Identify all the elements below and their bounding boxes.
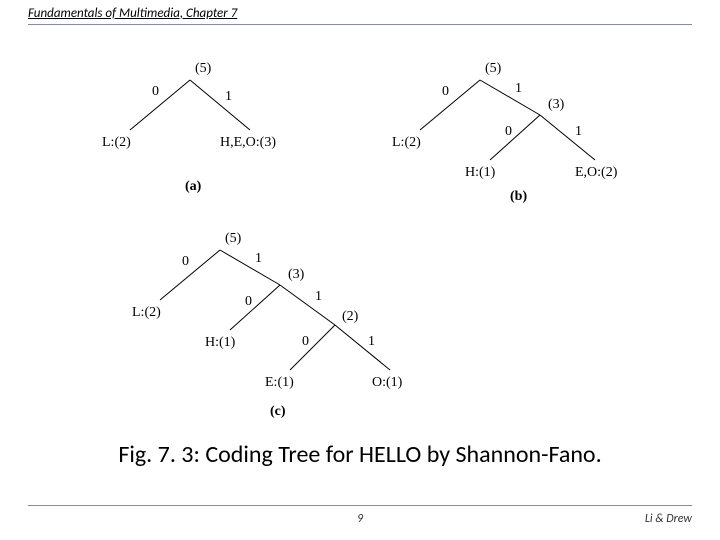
trees-svg: (5) 0 1 L:(2) H,E,O:(3) (a) (5) 0 1 L:(2… xyxy=(100,60,640,440)
tree-c-root-count: (5) xyxy=(225,231,242,246)
tree-a-root-count: (5) xyxy=(195,61,212,76)
footer-authors: Li & Drew xyxy=(645,512,692,526)
tree-b-sub-edge-left: 0 xyxy=(505,124,512,139)
tree-c-sub1-leaf-left: H:(1) xyxy=(205,335,236,350)
header-title: Fundamentals of Multimedia, Chapter 7 xyxy=(28,6,237,21)
tree-b-label: (b) xyxy=(510,189,527,204)
tree-c-edge-right: 1 xyxy=(255,251,262,266)
tree-b-root-count: (5) xyxy=(485,61,502,76)
tree-b-edge-left: 0 xyxy=(442,84,449,99)
header-rule xyxy=(28,24,692,25)
tree-a-edge-right: 1 xyxy=(225,89,232,104)
tree-c-sub1-edge-left: 0 xyxy=(245,294,252,309)
footer-rule xyxy=(28,505,692,506)
tree-c: (5) 0 1 L:(2) (3) 0 1 H:(1) (2) 0 1 E:(1… xyxy=(132,231,403,419)
tree-c-leaf-left: L:(2) xyxy=(132,305,161,320)
tree-a-edge-left: 0 xyxy=(152,84,159,99)
figure-area: (5) 0 1 L:(2) H,E,O:(3) (a) (5) 0 1 L:(2… xyxy=(100,60,640,430)
slide-footer: 9 Li & Drew xyxy=(28,505,692,526)
tree-c-sub2-edge-left: 0 xyxy=(302,334,309,349)
tree-c-sub1-count: (3) xyxy=(288,267,305,282)
tree-a-label: (a) xyxy=(185,179,202,194)
tree-c-sub2-leaf-right: O:(1) xyxy=(372,375,403,390)
tree-b-sub-count: (3) xyxy=(548,97,565,112)
tree-c-edge-left: 0 xyxy=(182,254,189,269)
tree-b-sub-edge-right: 1 xyxy=(575,124,582,139)
tree-b-edge-right: 1 xyxy=(515,81,522,96)
tree-c-sub2-count: (2) xyxy=(342,309,359,324)
tree-b-sub-leaf-right: E,O:(2) xyxy=(575,165,618,180)
footer-page-number: 9 xyxy=(357,512,363,526)
tree-a-leaf-left: L:(2) xyxy=(102,135,131,150)
tree-a-leaf-right: H,E,O:(3) xyxy=(220,135,276,150)
slide-header: Fundamentals of Multimedia, Chapter 7 xyxy=(28,4,692,33)
tree-a: (5) 0 1 L:(2) H,E,O:(3) (a) xyxy=(102,61,276,194)
tree-b: (5) 0 1 L:(2) (3) 0 1 H:(1) E,O:(2) (b) xyxy=(392,61,618,204)
tree-c-sub2-edge-right: 1 xyxy=(368,334,375,349)
tree-b-sub-leaf-left: H:(1) xyxy=(465,165,496,180)
tree-c-sub1-edge-right: 1 xyxy=(315,289,322,304)
slide: Fundamentals of Multimedia, Chapter 7 (5… xyxy=(0,0,720,540)
tree-c-label: (c) xyxy=(270,404,286,419)
figure-caption: Fig. 7. 3: Coding Tree for HELLO by Shan… xyxy=(0,440,720,469)
tree-b-leaf-left: L:(2) xyxy=(392,135,421,150)
tree-c-sub2-leaf-left: E:(1) xyxy=(265,375,294,390)
